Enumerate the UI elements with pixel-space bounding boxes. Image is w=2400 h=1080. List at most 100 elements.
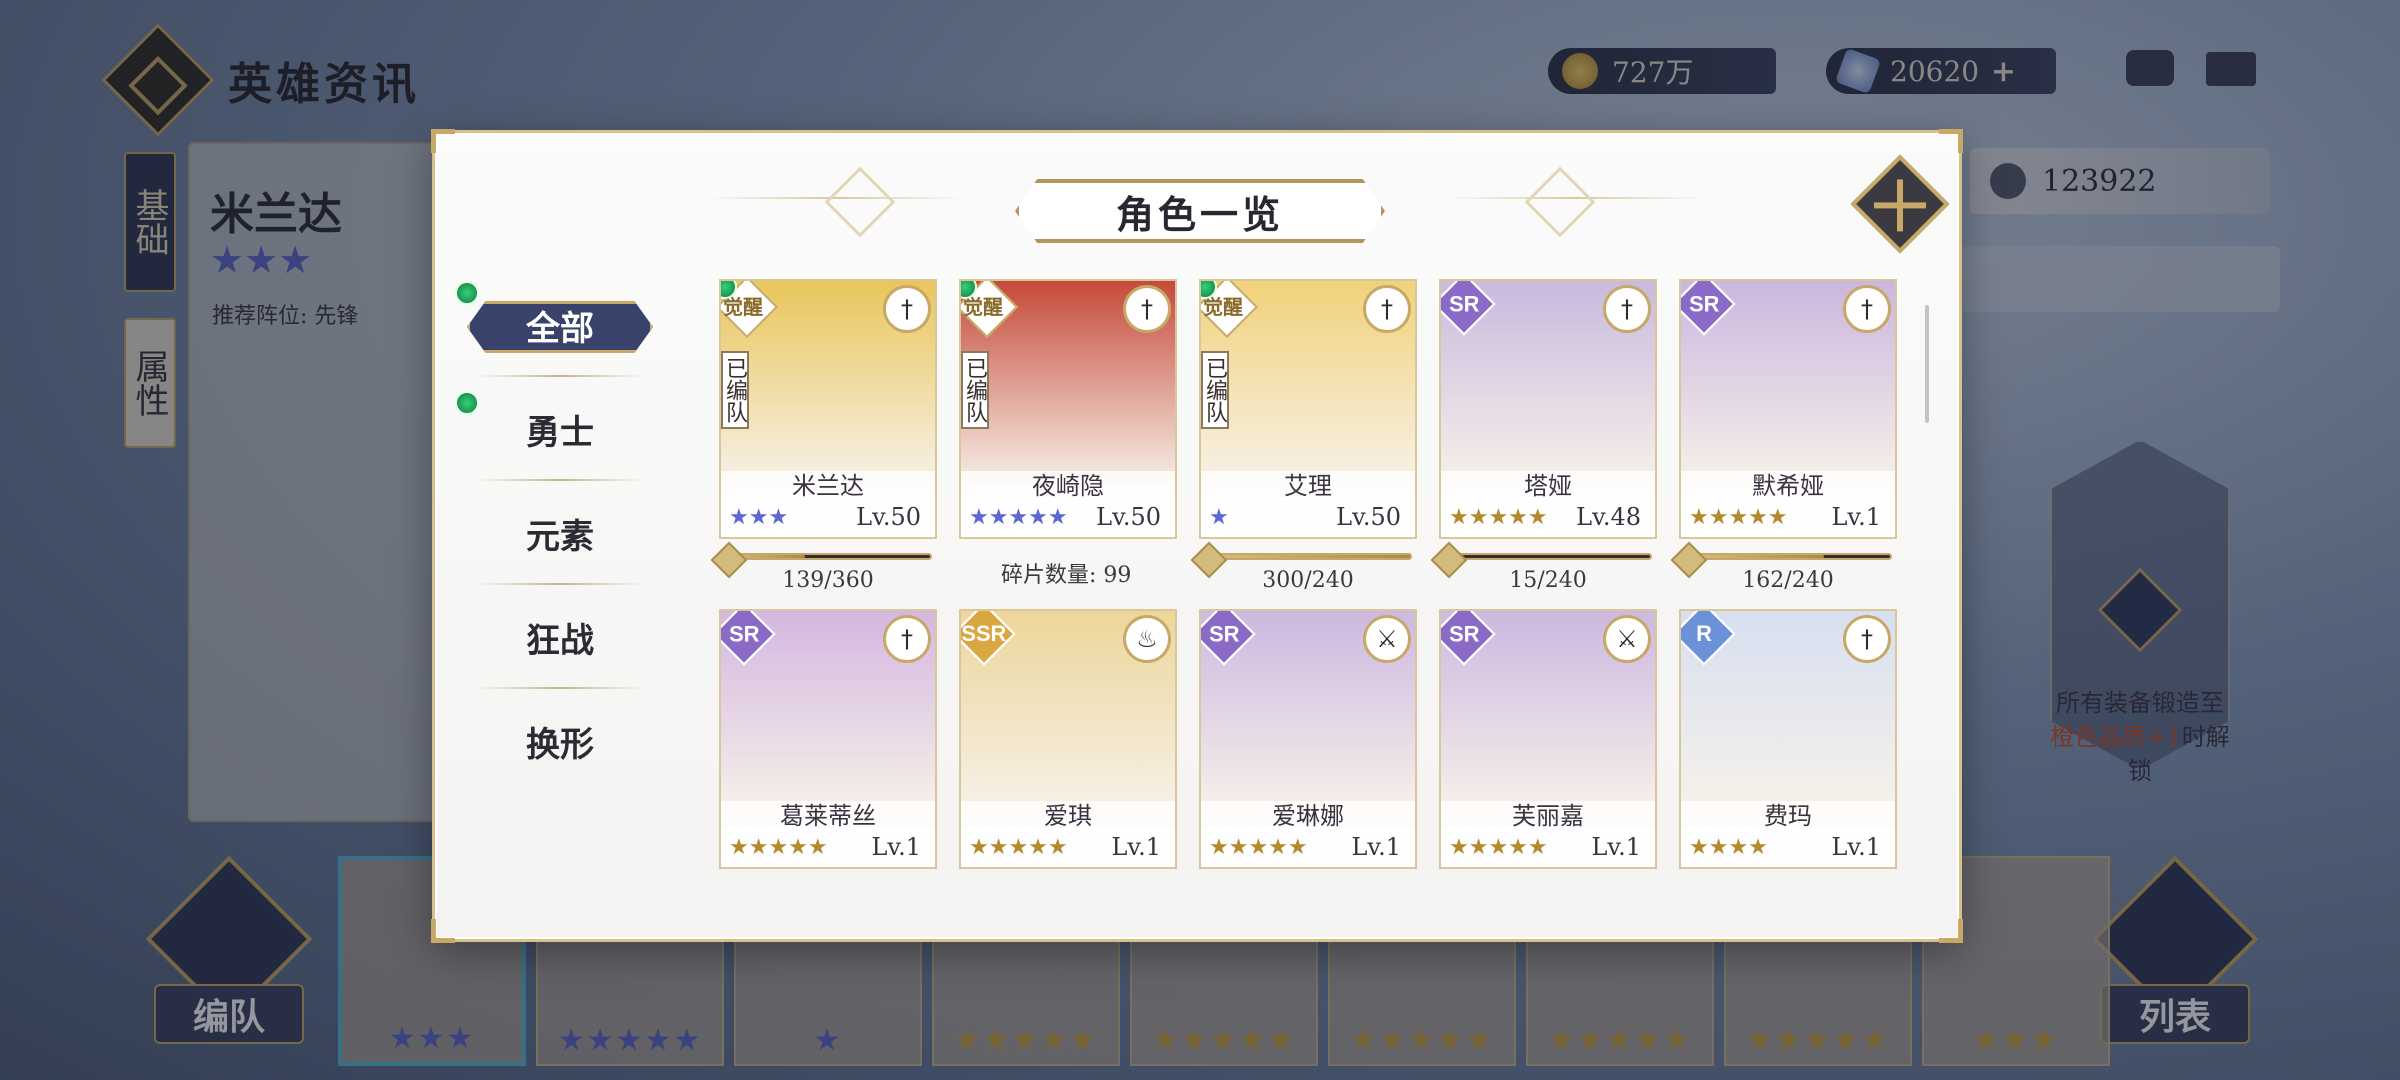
star-rating: ★★★ (729, 504, 789, 530)
shard-progress-fill (1206, 555, 1410, 558)
diamond-ornament-right (1524, 166, 1596, 238)
character-card[interactable]: SSR ♨ 爱琪 ★★★★★ Lv.1 (959, 609, 1177, 869)
star-rating: ★ (1209, 504, 1229, 530)
filter-warrior[interactable]: 勇士 (455, 377, 665, 481)
card-footer: ★★★★★ Lv.1 (961, 827, 1175, 867)
character-card[interactable]: 觉醒 已编队 † 米兰达 ★★★ Lv.50 (719, 279, 937, 539)
card-footer: ★★★★★ Lv.1 (1681, 497, 1895, 537)
class-sword-icon: † (1123, 285, 1171, 333)
character-list-modal: 角色一览 全部 勇士 元素 狂战 换形 觉醒 已编队 † 米兰达 ★★★ Lv.50 139… (431, 129, 1963, 943)
card-footer: ★★★★★ Lv.1 (721, 827, 935, 867)
character-card[interactable]: SR † 葛莱蒂丝 ★★★★★ Lv.1 (719, 609, 937, 869)
modal-title-banner: 角色一览 (1015, 179, 1385, 243)
character-card[interactable]: 觉醒 已编队 † 艾理 ★ Lv.50 (1199, 279, 1417, 539)
character-card[interactable]: SR † 默希娅 ★★★★★ Lv.1 (1679, 279, 1897, 539)
rarity-label: SR (1448, 291, 1480, 316)
shard-progress-text: 300/240 (1262, 568, 1354, 593)
corner-ornament (431, 919, 455, 943)
diamond-ornament-left (824, 166, 896, 238)
character-level: Lv.1 (1111, 833, 1161, 861)
scrollbar[interactable] (1925, 305, 1929, 423)
rarity-label: SR (1688, 291, 1720, 316)
star-rating: ★★★★★ (1209, 834, 1308, 860)
star-rating: ★★★★★ (729, 834, 828, 860)
filter-label: 勇士 (526, 412, 594, 453)
class-sword-icon: † (1363, 285, 1411, 333)
character-level: Lv.50 (1336, 503, 1401, 531)
shard-icon (710, 541, 748, 579)
shard-icon (1670, 541, 1708, 579)
in-team-tag: 已编队 (961, 351, 989, 429)
shard-progress-text: 162/240 (1742, 568, 1834, 593)
class-sword-icon: † (1603, 285, 1651, 333)
shard-progress: 162/240 (1670, 541, 1892, 593)
card-footer: ★★★ Lv.50 (721, 497, 935, 537)
filter-berserker[interactable]: 狂战 (455, 585, 665, 689)
character-level: Lv.1 (1351, 833, 1401, 861)
character-card[interactable]: R † 费玛 ★★★★ Lv.1 (1679, 609, 1897, 869)
shard-progress: 15/240 (1430, 541, 1652, 593)
shard-progress-bar (710, 541, 932, 579)
shard-progress-bar (1430, 541, 1652, 579)
class-sword-icon: † (1843, 615, 1891, 663)
character-level: Lv.50 (1096, 503, 1161, 531)
card-footer: ★ Lv.50 (1201, 497, 1415, 537)
corner-ornament (1939, 129, 1963, 153)
class-sword-icon: † (1843, 285, 1891, 333)
modal-title: 角色一览 (1115, 191, 1284, 237)
notification-dot-icon (455, 281, 479, 305)
corner-ornament (431, 129, 455, 153)
filter-label: 换形 (526, 724, 594, 765)
corner-ornament (1939, 919, 1963, 943)
character-card[interactable]: SR ⚔ 芙丽嘉 ★★★★★ Lv.1 (1439, 609, 1657, 869)
character-level: Lv.1 (1591, 833, 1641, 861)
character-level: Lv.50 (856, 503, 921, 531)
card-footer: ★★★★★ Lv.48 (1441, 497, 1655, 537)
star-rating: ★★★★★ (1449, 504, 1548, 530)
class-sword-icon: † (883, 615, 931, 663)
class-sword-icon: † (883, 285, 931, 333)
class-sword-icon: ⚔ (1363, 615, 1411, 663)
filter-element[interactable]: 元素 (455, 481, 665, 585)
star-rating: ★★★★★ (1449, 834, 1548, 860)
character-level: Lv.1 (1831, 503, 1881, 531)
notification-dot-icon (455, 391, 479, 415)
star-rating: ★★★★★ (969, 834, 1068, 860)
card-footer: ★★★★★ Lv.1 (1201, 827, 1415, 867)
character-level: Lv.1 (1831, 833, 1881, 861)
character-card[interactable]: 觉醒 已编队 † 夜崎隐 ★★★★★ Lv.50 (959, 279, 1177, 539)
filter-all[interactable]: 全部 (455, 273, 665, 377)
in-team-tag: 已编队 (1201, 351, 1229, 429)
star-rating: ★★★★ (1689, 834, 1768, 860)
shard-icon (1430, 541, 1468, 579)
class-sword-icon: ⚔ (1603, 615, 1651, 663)
card-footer: ★★★★★ Lv.50 (961, 497, 1175, 537)
star-rating: ★★★★★ (1689, 504, 1788, 530)
card-footer: ★★★★★ Lv.1 (1441, 827, 1655, 867)
shard-icon (1190, 541, 1228, 579)
filter-shapeshift[interactable]: 换形 (455, 689, 665, 793)
shard-progress-bar (1190, 541, 1412, 579)
filter-list: 全部 勇士 元素 狂战 换形 (455, 273, 665, 793)
rarity-label: SR (1448, 621, 1480, 646)
filter-label: 全部 (526, 308, 594, 349)
character-level: Lv.1 (871, 833, 921, 861)
shard-progress-text: 139/360 (782, 568, 874, 593)
rarity-label: SR (1208, 621, 1240, 646)
rarity-label: SSR (961, 621, 1007, 646)
character-card[interactable]: SR † 塔娅 ★★★★★ Lv.48 (1439, 279, 1657, 539)
shard-count: 碎片数量: 99 (1001, 563, 1132, 588)
star-rating: ★★★★★ (969, 504, 1068, 530)
filter-label: 狂战 (526, 620, 594, 661)
card-footer: ★★★★ Lv.1 (1681, 827, 1895, 867)
character-level: Lv.48 (1576, 503, 1641, 531)
in-team-tag: 已编队 (721, 351, 749, 429)
shard-progress-text: 15/240 (1509, 568, 1587, 593)
character-card[interactable]: SR ⚔ 爱琳娜 ★★★★★ Lv.1 (1199, 609, 1417, 869)
rarity-label: SR (728, 621, 760, 646)
class-sword-icon: ♨ (1123, 615, 1171, 663)
filter-label: 元素 (526, 516, 594, 557)
shard-progress: 139/360 (710, 541, 932, 593)
close-icon[interactable] (1850, 154, 1950, 254)
rarity-label: R (1696, 621, 1712, 646)
